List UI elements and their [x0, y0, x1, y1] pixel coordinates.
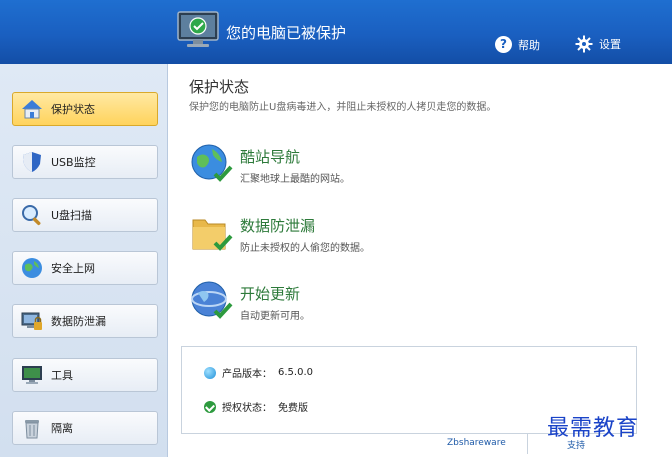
- shield-icon: [19, 149, 45, 175]
- globe-icon: [19, 255, 45, 281]
- footer-divider: [527, 434, 528, 454]
- help-label: 帮助: [518, 38, 540, 52]
- settings-button[interactable]: 设置: [575, 35, 621, 53]
- sidebar-item-label: USB监控: [51, 156, 96, 169]
- gear-icon: [575, 35, 593, 53]
- page-description: 保护您的电脑防止U盘病毒进入，并阻止未授权的人拷贝走您的数据。: [189, 102, 497, 113]
- version-value: 6.5.0.0: [278, 367, 313, 378]
- sidebar: 保护状态 USB监控 U盘扫描 安全上网 数据防泄漏 工具 隔离: [0, 64, 168, 457]
- help-button[interactable]: ? 帮助: [495, 36, 540, 53]
- folder-check-icon: [192, 219, 233, 251]
- main-panel: 保护状态 保护您的电脑防止U盘病毒进入，并阻止未授权的人拷贝走您的数据。 酷站导…: [169, 64, 672, 457]
- feature-data-leak-prevention[interactable]: 数据防泄漏 防止未授权的人偷您的数据。: [189, 211, 549, 267]
- sidebar-item-label: 数据防泄漏: [51, 315, 106, 328]
- sidebar-item-tools[interactable]: 工具: [12, 358, 158, 392]
- help-icon: ?: [495, 36, 512, 53]
- feature-desc: 防止未授权的人偷您的数据。: [240, 243, 370, 254]
- feature-start-update[interactable]: 开始更新 自动更新可用。: [189, 279, 549, 335]
- check-icon: [204, 400, 216, 413]
- feature-desc: 自动更新可用。: [240, 311, 310, 322]
- sidebar-item-label: 隔离: [51, 422, 73, 435]
- version-label: 产品版本：: [222, 369, 272, 380]
- license-value: 免费版: [278, 403, 308, 414]
- feature-cool-sites[interactable]: 酷站导航 汇聚地球上最酷的网站。: [189, 142, 549, 198]
- feature-title: 数据防泄漏: [240, 217, 316, 235]
- sidebar-item-quarantine[interactable]: 隔离: [12, 411, 158, 445]
- sidebar-item-data-leak-prevention[interactable]: 数据防泄漏: [12, 304, 158, 338]
- protection-status-title: 您的电脑已被保护: [226, 24, 347, 42]
- feature-title: 开始更新: [240, 285, 301, 303]
- settings-label: 设置: [599, 38, 621, 51]
- license-label: 授权状态：: [222, 403, 272, 414]
- feature-title: 酷站导航: [240, 148, 301, 166]
- sidebar-item-label: U盘扫描: [51, 209, 93, 222]
- magnifier-icon: [19, 202, 45, 228]
- info-icon: [204, 366, 216, 379]
- sidebar-item-usb-scan[interactable]: U盘扫描: [12, 198, 158, 232]
- page-title: 保护状态: [189, 78, 250, 96]
- product-version-row: 产品版本： 6.5.0.0: [204, 365, 313, 380]
- watermark: 最需教育: [547, 416, 640, 441]
- feature-desc: 汇聚地球上最酷的网站。: [240, 174, 350, 185]
- license-status-row: 授权状态： 免费版: [204, 399, 308, 414]
- home-shield-icon: [19, 96, 45, 122]
- sidebar-item-label: 安全上网: [51, 262, 95, 275]
- sidebar-item-safe-browsing[interactable]: 安全上网: [12, 251, 158, 285]
- app-header: 您的电脑已被保护 ? 帮助 设置: [0, 0, 672, 64]
- sidebar-item-label: 保护状态: [51, 103, 95, 116]
- trash-bin-icon: [19, 415, 45, 441]
- zbshareware-link[interactable]: Zbshareware: [447, 438, 506, 448]
- monitor-check-icon: [177, 11, 219, 47]
- globe-check-icon: [191, 144, 233, 182]
- sidebar-item-usb-monitor[interactable]: USB监控: [12, 145, 158, 179]
- sidebar-item-protection-status[interactable]: 保护状态: [12, 92, 158, 126]
- sidebar-item-label: 工具: [51, 369, 73, 382]
- computer-lock-icon: [19, 308, 45, 334]
- globe-update-icon: [191, 281, 233, 319]
- monitor-tools-icon: [19, 362, 45, 388]
